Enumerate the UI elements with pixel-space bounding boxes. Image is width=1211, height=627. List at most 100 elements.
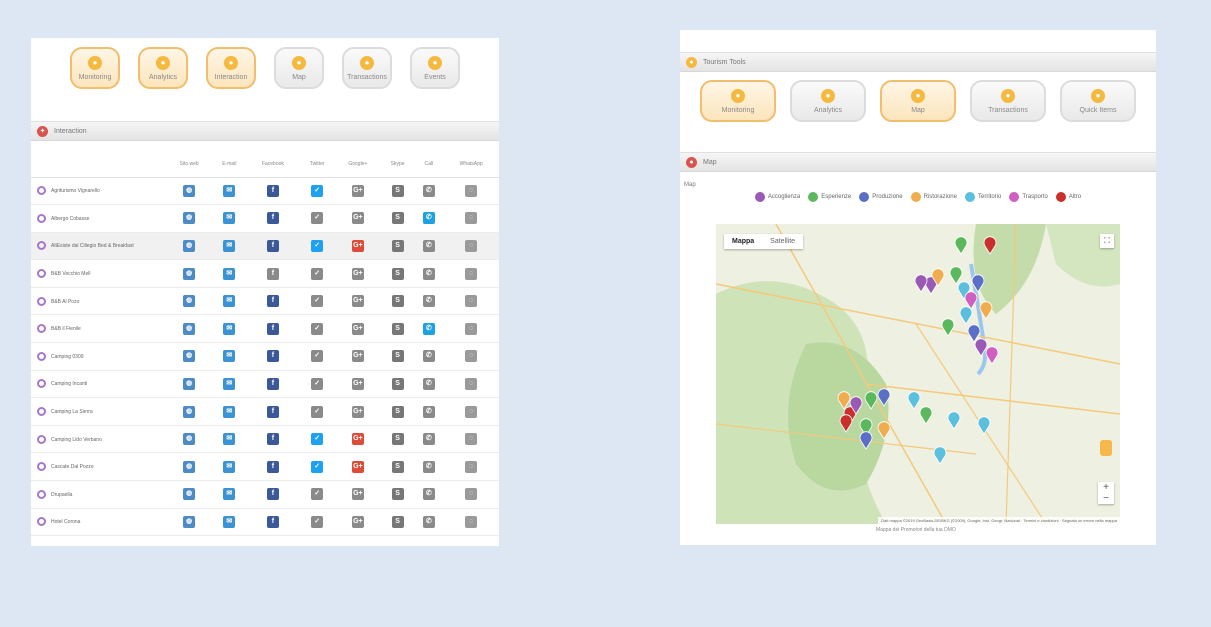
- right-analytics-button[interactable]: ● Analytics: [790, 80, 866, 122]
- call-icon[interactable]: ✆: [422, 405, 435, 418]
- whatsapp-icon[interactable]: ◌: [465, 405, 478, 418]
- call-icon[interactable]: ✆: [422, 295, 435, 308]
- column-header[interactable]: Sito web: [166, 151, 213, 178]
- table-row[interactable]: Camping 0309 ◍ ✉ f ✓ G+ S ✆ ◌: [31, 342, 499, 371]
- google-map[interactable]: Mappa Satellite ⛶ + − Dati mappa ©2019 G…: [716, 224, 1120, 524]
- column-header[interactable]: Twitter: [299, 151, 335, 178]
- google-plus-icon[interactable]: G+: [351, 267, 364, 280]
- skype-icon[interactable]: S: [391, 239, 404, 252]
- twitter-icon[interactable]: ✓: [311, 295, 324, 308]
- left-interaction-button[interactable]: ● Interaction: [206, 47, 256, 89]
- email-icon[interactable]: ✉: [223, 460, 236, 473]
- map-tab-mappa[interactable]: Mappa: [724, 234, 762, 249]
- website-icon[interactable]: ◍: [183, 433, 196, 446]
- skype-icon[interactable]: S: [391, 433, 404, 446]
- twitter-icon[interactable]: ✓: [311, 405, 324, 418]
- map-canvas[interactable]: [716, 224, 1120, 524]
- website-icon[interactable]: ◍: [183, 184, 196, 197]
- website-icon[interactable]: ◍: [183, 267, 196, 280]
- call-icon[interactable]: ✆: [422, 460, 435, 473]
- legend-item[interactable]: Accoglienza: [754, 192, 800, 202]
- call-icon[interactable]: ✆: [422, 515, 435, 528]
- zoom-control[interactable]: + −: [1098, 482, 1114, 504]
- email-icon[interactable]: ✉: [223, 267, 236, 280]
- twitter-icon[interactable]: ✓: [311, 460, 324, 473]
- website-icon[interactable]: ◍: [183, 460, 196, 473]
- google-plus-icon[interactable]: G+: [351, 515, 364, 528]
- table-row[interactable]: B&B Vecchio Mell ◍ ✉ f ✓ G+ S ✆ ◌: [31, 259, 499, 288]
- skype-icon[interactable]: S: [391, 322, 404, 335]
- email-icon[interactable]: ✉: [223, 239, 236, 252]
- whatsapp-icon[interactable]: ◌: [465, 239, 478, 252]
- skype-icon[interactable]: S: [391, 405, 404, 418]
- whatsapp-icon[interactable]: ◌: [465, 488, 478, 501]
- call-icon[interactable]: ✆: [422, 322, 435, 335]
- skype-icon[interactable]: S: [391, 488, 404, 501]
- skype-icon[interactable]: S: [391, 350, 404, 363]
- facebook-icon[interactable]: f: [266, 350, 279, 363]
- column-header[interactable]: Facebook: [246, 151, 300, 178]
- website-icon[interactable]: ◍: [183, 488, 196, 501]
- zoom-in-button[interactable]: +: [1098, 482, 1114, 493]
- twitter-icon[interactable]: ✓: [311, 322, 324, 335]
- legend-item[interactable]: Produzione: [859, 192, 903, 202]
- twitter-icon[interactable]: ✓: [311, 212, 324, 225]
- legend-item[interactable]: Ristorazione: [910, 192, 957, 202]
- call-icon[interactable]: ✆: [422, 433, 435, 446]
- facebook-icon[interactable]: f: [266, 184, 279, 197]
- email-icon[interactable]: ✉: [223, 212, 236, 225]
- table-row[interactable]: Agriturismo Vignarello ◍ ✉ f ✓ G+ S ✆ ◌: [31, 177, 499, 206]
- google-plus-icon[interactable]: G+: [351, 239, 364, 252]
- call-icon[interactable]: ✆: [422, 267, 435, 280]
- website-icon[interactable]: ◍: [183, 295, 196, 308]
- column-header[interactable]: Google+: [334, 151, 381, 178]
- map-tab-satellite[interactable]: Satellite: [762, 234, 803, 249]
- table-row[interactable]: Hotel Corona ◍ ✉ f ✓ G+ S ✆ ◌: [31, 508, 499, 537]
- twitter-icon[interactable]: ✓: [311, 184, 324, 197]
- google-plus-icon[interactable]: G+: [351, 212, 364, 225]
- left-analytics-button[interactable]: ● Analytics: [138, 47, 188, 89]
- facebook-icon[interactable]: f: [266, 212, 279, 225]
- whatsapp-icon[interactable]: ◌: [465, 267, 478, 280]
- call-icon[interactable]: ✆: [422, 377, 435, 390]
- call-icon[interactable]: ✆: [422, 184, 435, 197]
- google-plus-icon[interactable]: G+: [351, 433, 364, 446]
- google-plus-icon[interactable]: G+: [351, 184, 364, 197]
- column-header[interactable]: Skype: [380, 151, 415, 178]
- legend-item[interactable]: Trasporto: [1009, 192, 1048, 202]
- google-plus-icon[interactable]: G+: [351, 405, 364, 418]
- column-header[interactable]: E-mail: [212, 151, 247, 178]
- website-icon[interactable]: ◍: [183, 350, 196, 363]
- email-icon[interactable]: ✉: [223, 405, 236, 418]
- twitter-icon[interactable]: ✓: [311, 239, 324, 252]
- call-icon[interactable]: ✆: [422, 350, 435, 363]
- website-icon[interactable]: ◍: [183, 322, 196, 335]
- table-row[interactable]: Camping Lido Verbano ◍ ✉ f ✓ G+ S ✆ ◌: [31, 425, 499, 454]
- email-icon[interactable]: ✉: [223, 322, 236, 335]
- legend-item[interactable]: Territorio: [964, 192, 1001, 202]
- google-plus-icon[interactable]: G+: [351, 350, 364, 363]
- table-row[interactable]: Cascate Dal Pozzo ◍ ✉ f ✓ G+ S ✆ ◌: [31, 452, 499, 482]
- website-icon[interactable]: ◍: [183, 377, 196, 390]
- facebook-icon[interactable]: f: [266, 239, 279, 252]
- skype-icon[interactable]: S: [391, 377, 404, 390]
- skype-icon[interactable]: S: [391, 267, 404, 280]
- facebook-icon[interactable]: f: [266, 405, 279, 418]
- left-monitoring-button[interactable]: ● Monitoring: [70, 47, 120, 89]
- twitter-icon[interactable]: ✓: [311, 515, 324, 528]
- whatsapp-icon[interactable]: ◌: [465, 460, 478, 473]
- whatsapp-icon[interactable]: ◌: [465, 322, 478, 335]
- call-icon[interactable]: ✆: [422, 488, 435, 501]
- website-icon[interactable]: ◍: [183, 515, 196, 528]
- website-icon[interactable]: ◍: [183, 239, 196, 252]
- facebook-icon[interactable]: f: [266, 322, 279, 335]
- zoom-out-button[interactable]: −: [1098, 493, 1114, 504]
- twitter-icon[interactable]: ✓: [311, 267, 324, 280]
- facebook-icon[interactable]: f: [266, 267, 279, 280]
- twitter-icon[interactable]: ✓: [311, 488, 324, 501]
- google-plus-icon[interactable]: G+: [351, 460, 364, 473]
- facebook-icon[interactable]: f: [266, 460, 279, 473]
- email-icon[interactable]: ✉: [223, 295, 236, 308]
- facebook-icon[interactable]: f: [266, 488, 279, 501]
- table-row[interactable]: Albergo Cobasse ◍ ✉ f ✓ G+ S ✆ ◌: [31, 204, 499, 233]
